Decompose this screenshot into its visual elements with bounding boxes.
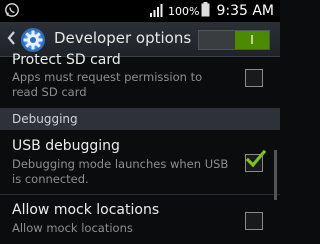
protect-sd-card-subtitle-line2: read SD card [12,85,87,99]
usb-debugging-checkbox[interactable] [245,149,267,172]
usb-debugging-title: USB debugging [12,138,120,154]
section-header-debugging: Debugging [0,108,280,130]
protect-sd-card-row[interactable]: Protect SD card Apps must request permis… [0,52,280,105]
mock-locations-checkbox[interactable] [245,212,263,230]
mock-locations-title: Allow mock locations [12,202,160,218]
usb-debugging-subtitle-line1: Debugging mode launches when USB [12,157,229,171]
battery-percent: 100% [168,4,200,18]
status-bar: 100% 9:35 AM [0,0,280,22]
page-title: Developer options [54,29,192,47]
signal-icon [149,2,165,21]
protect-sd-card-checkbox[interactable] [245,69,263,87]
battery-icon [201,1,210,21]
developer-options-toggle[interactable]: I [198,30,270,50]
usb-debugging-subtitle-line2: is connected. [12,172,89,186]
toggle-knob: I [235,31,269,49]
back-icon[interactable] [6,30,16,50]
settings-gear-icon[interactable] [20,27,46,53]
protect-sd-card-title: Protect SD card [12,52,121,68]
mock-locations-subtitle: Allow mock locations [12,221,133,235]
section-header-label: Debugging [12,112,78,126]
row-divider [0,194,280,195]
usb-debugging-row[interactable]: USB debugging Debugging mode launches wh… [0,132,280,190]
checkmark-icon [245,149,267,168]
whatsapp-icon [4,2,20,22]
clock: 9:35 AM [216,3,274,19]
scrollbar[interactable] [274,150,277,200]
protect-sd-card-subtitle-line1: Apps must request permission to [12,70,203,84]
mock-locations-row[interactable]: Allow mock locations Allow mock location… [0,196,280,244]
settings-list: Protect SD card Apps must request permis… [0,52,280,244]
